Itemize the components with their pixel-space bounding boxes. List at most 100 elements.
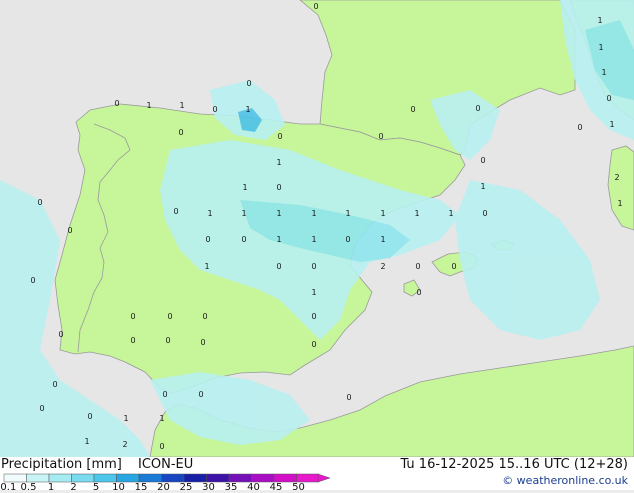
precip-label: 0 [311,312,316,321]
colorbar-cell [228,473,252,483]
precip-label: 1 [84,437,89,446]
precip-label: 0 [451,262,456,271]
colorbar-cell [273,473,297,483]
precip-label: 0 [165,336,170,345]
colorbar-cell [26,473,50,483]
precip-label: 0 [410,105,415,114]
precip-label: 1 [617,199,622,208]
precip-label: 0 [39,404,44,413]
precipitation-map: 0 1 1 0 1 0 0 0 0 0 0 1 0 1 0 1 1 1 1 1 … [0,0,634,457]
precip-label: 0 [482,209,487,218]
precip-label: 0 [37,198,42,207]
precip-label: 1 [345,209,350,218]
precip-label: 0 [167,312,172,321]
precip-label: 1 [597,16,602,25]
precip-label: 1 [311,288,316,297]
precip-label: 1 [311,235,316,244]
precip-label: 0 [30,276,35,285]
colorbar-cell [3,473,27,483]
precip-label: 2 [122,440,127,449]
precip-label: 0 [52,380,57,389]
precip-label: 0 [606,94,611,103]
colorbar-tick-label: 20 [157,482,170,493]
precip-label: 0 [200,338,205,347]
precip-label: 1 [179,101,184,110]
credit-link[interactable]: © weatheronline.co.uk [502,474,628,487]
colorbar-cell [206,473,230,483]
precip-label: 1 [276,158,281,167]
precip-label: 0 [178,128,183,137]
colorbar-tick-label: 10 [112,482,125,493]
precip-label: 0 [246,79,251,88]
precip-label: 2 [614,173,619,182]
forecast-datetime: Tu 16-12-2025 15..16 UTC (12+28) [400,457,628,472]
precip-label: 0 [311,262,316,271]
precip-label: 1 [207,209,212,218]
precip-label: 1 [204,262,209,271]
precip-label: 0 [378,132,383,141]
precip-label: 0 [480,156,485,165]
colorbar-cell [93,473,117,483]
precip-label: 0 [114,99,119,108]
precip-label: 1 [598,43,603,52]
precip-label: 0 [202,312,207,321]
precip-label: 0 [475,104,480,113]
precip-label: 0 [58,330,63,339]
colorbar-tick-label: 1 [47,482,55,493]
precip-label: 1 [609,120,614,129]
colorbar-tick-label: 40 [247,482,260,493]
precip-label: 0 [67,226,72,235]
colorbar-cell [48,473,72,483]
colorbar-cell [116,473,140,483]
precip-label: 1 [380,235,385,244]
precip-label: 2 [380,262,385,271]
precip-label: 0 [205,235,210,244]
precip-label: 1 [276,235,281,244]
precip-label: 1 [380,209,385,218]
precip-label: 0 [212,105,217,114]
colorbar-arrow-icon [317,473,331,483]
precip-label: 1 [146,101,151,110]
colorbar-tick-label: 35 [224,482,238,493]
precip-label: 0 [159,442,164,451]
precip-label: 1 [159,414,164,423]
precip-label: 0 [87,412,92,421]
precip-label: 1 [241,209,246,218]
precip-label: 1 [245,105,250,114]
precip-label: 0 [577,123,582,132]
colorbar-tick-label: 2 [70,482,77,493]
precip-label: 0 [130,336,135,345]
precip-label: 0 [241,235,246,244]
colorbar-tick-label: 25 [179,482,193,493]
colorbar-tick-label: 30 [202,482,215,493]
precip-label: 0 [416,288,421,297]
colorbar-tick-label: 0.1 [0,482,17,493]
precip-label: 1 [276,209,281,218]
colorbar-tick-label: 0.5 [20,482,37,493]
colorbar-tick-label: 45 [269,482,283,493]
precip-label: 1 [448,209,453,218]
colorbar-cell [161,473,185,483]
map-footer: Precipitation [mm] ICON-EU Tu 16-12-2025… [0,457,634,493]
colorbar-tick-label: 50 [292,482,305,493]
colorbar-cell [138,473,162,483]
precip-label: 1 [414,209,419,218]
precip-label: 0 [277,132,282,141]
precip-label: 1 [242,183,247,192]
precip-label: 0 [173,207,178,216]
colorbar-tick-label: 15 [134,482,148,493]
precip-label: 0 [313,2,318,11]
colorbar-cell [71,473,95,483]
colorbar-cell [296,473,320,483]
precip-label: 0 [345,235,350,244]
colorbar-tick-label: 5 [92,482,100,493]
precip-label: 1 [123,414,128,423]
precip-label: 0 [311,340,316,349]
precip-label: 1 [480,182,485,191]
precip-label: 1 [311,209,316,218]
precip-label: 1 [601,68,606,77]
precip-label: 0 [346,393,351,402]
precip-label: 0 [130,312,135,321]
precip-label: 0 [198,390,203,399]
model-name: ICON-EU [138,457,194,472]
